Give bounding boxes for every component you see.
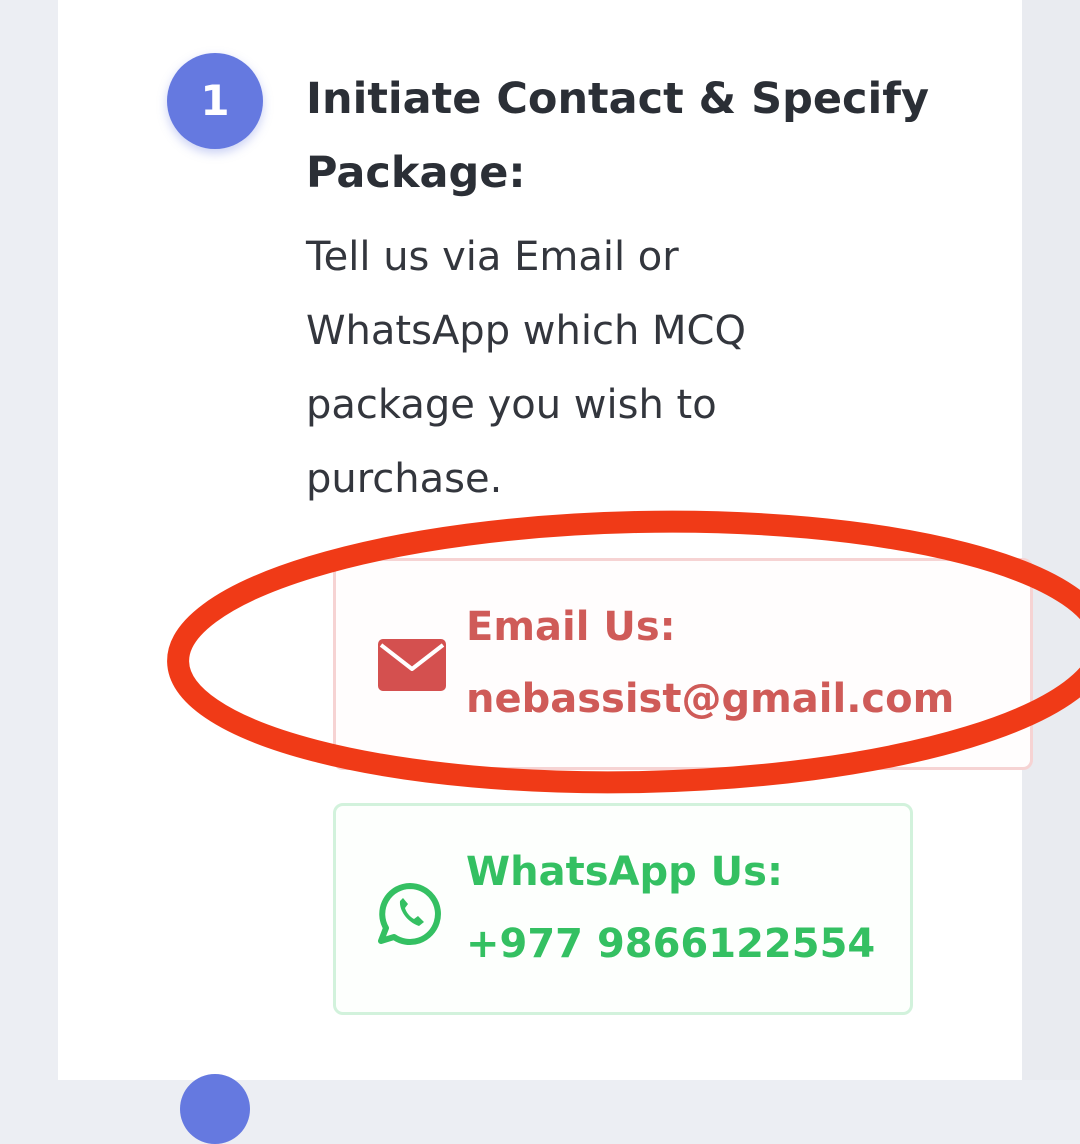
page-background-strip	[1022, 0, 1080, 1080]
step-description: Tell us via Email or WhatsApp which MCQ …	[306, 234, 746, 502]
whatsapp-contact-text: WhatsApp Us: +977 9866122554	[466, 836, 875, 980]
whatsapp-number[interactable]: +977 9866122554	[466, 908, 875, 980]
step-number-badge: 1	[167, 53, 263, 149]
step-title: Initiate Contact & Specify Package:	[306, 74, 929, 198]
next-step-badge	[180, 1074, 250, 1144]
email-label: Email Us:	[466, 604, 676, 650]
envelope-icon	[376, 635, 448, 695]
whatsapp-icon	[376, 880, 448, 945]
email-contact-text: Email Us: nebassist@gmail.com	[466, 591, 954, 735]
email-contact-button[interactable]: Email Us: nebassist@gmail.com	[333, 558, 1033, 770]
whatsapp-contact-button[interactable]: WhatsApp Us: +977 9866122554	[333, 803, 913, 1015]
email-address[interactable]: nebassist@gmail.com	[466, 663, 954, 735]
whatsapp-label: WhatsApp Us:	[466, 849, 783, 895]
